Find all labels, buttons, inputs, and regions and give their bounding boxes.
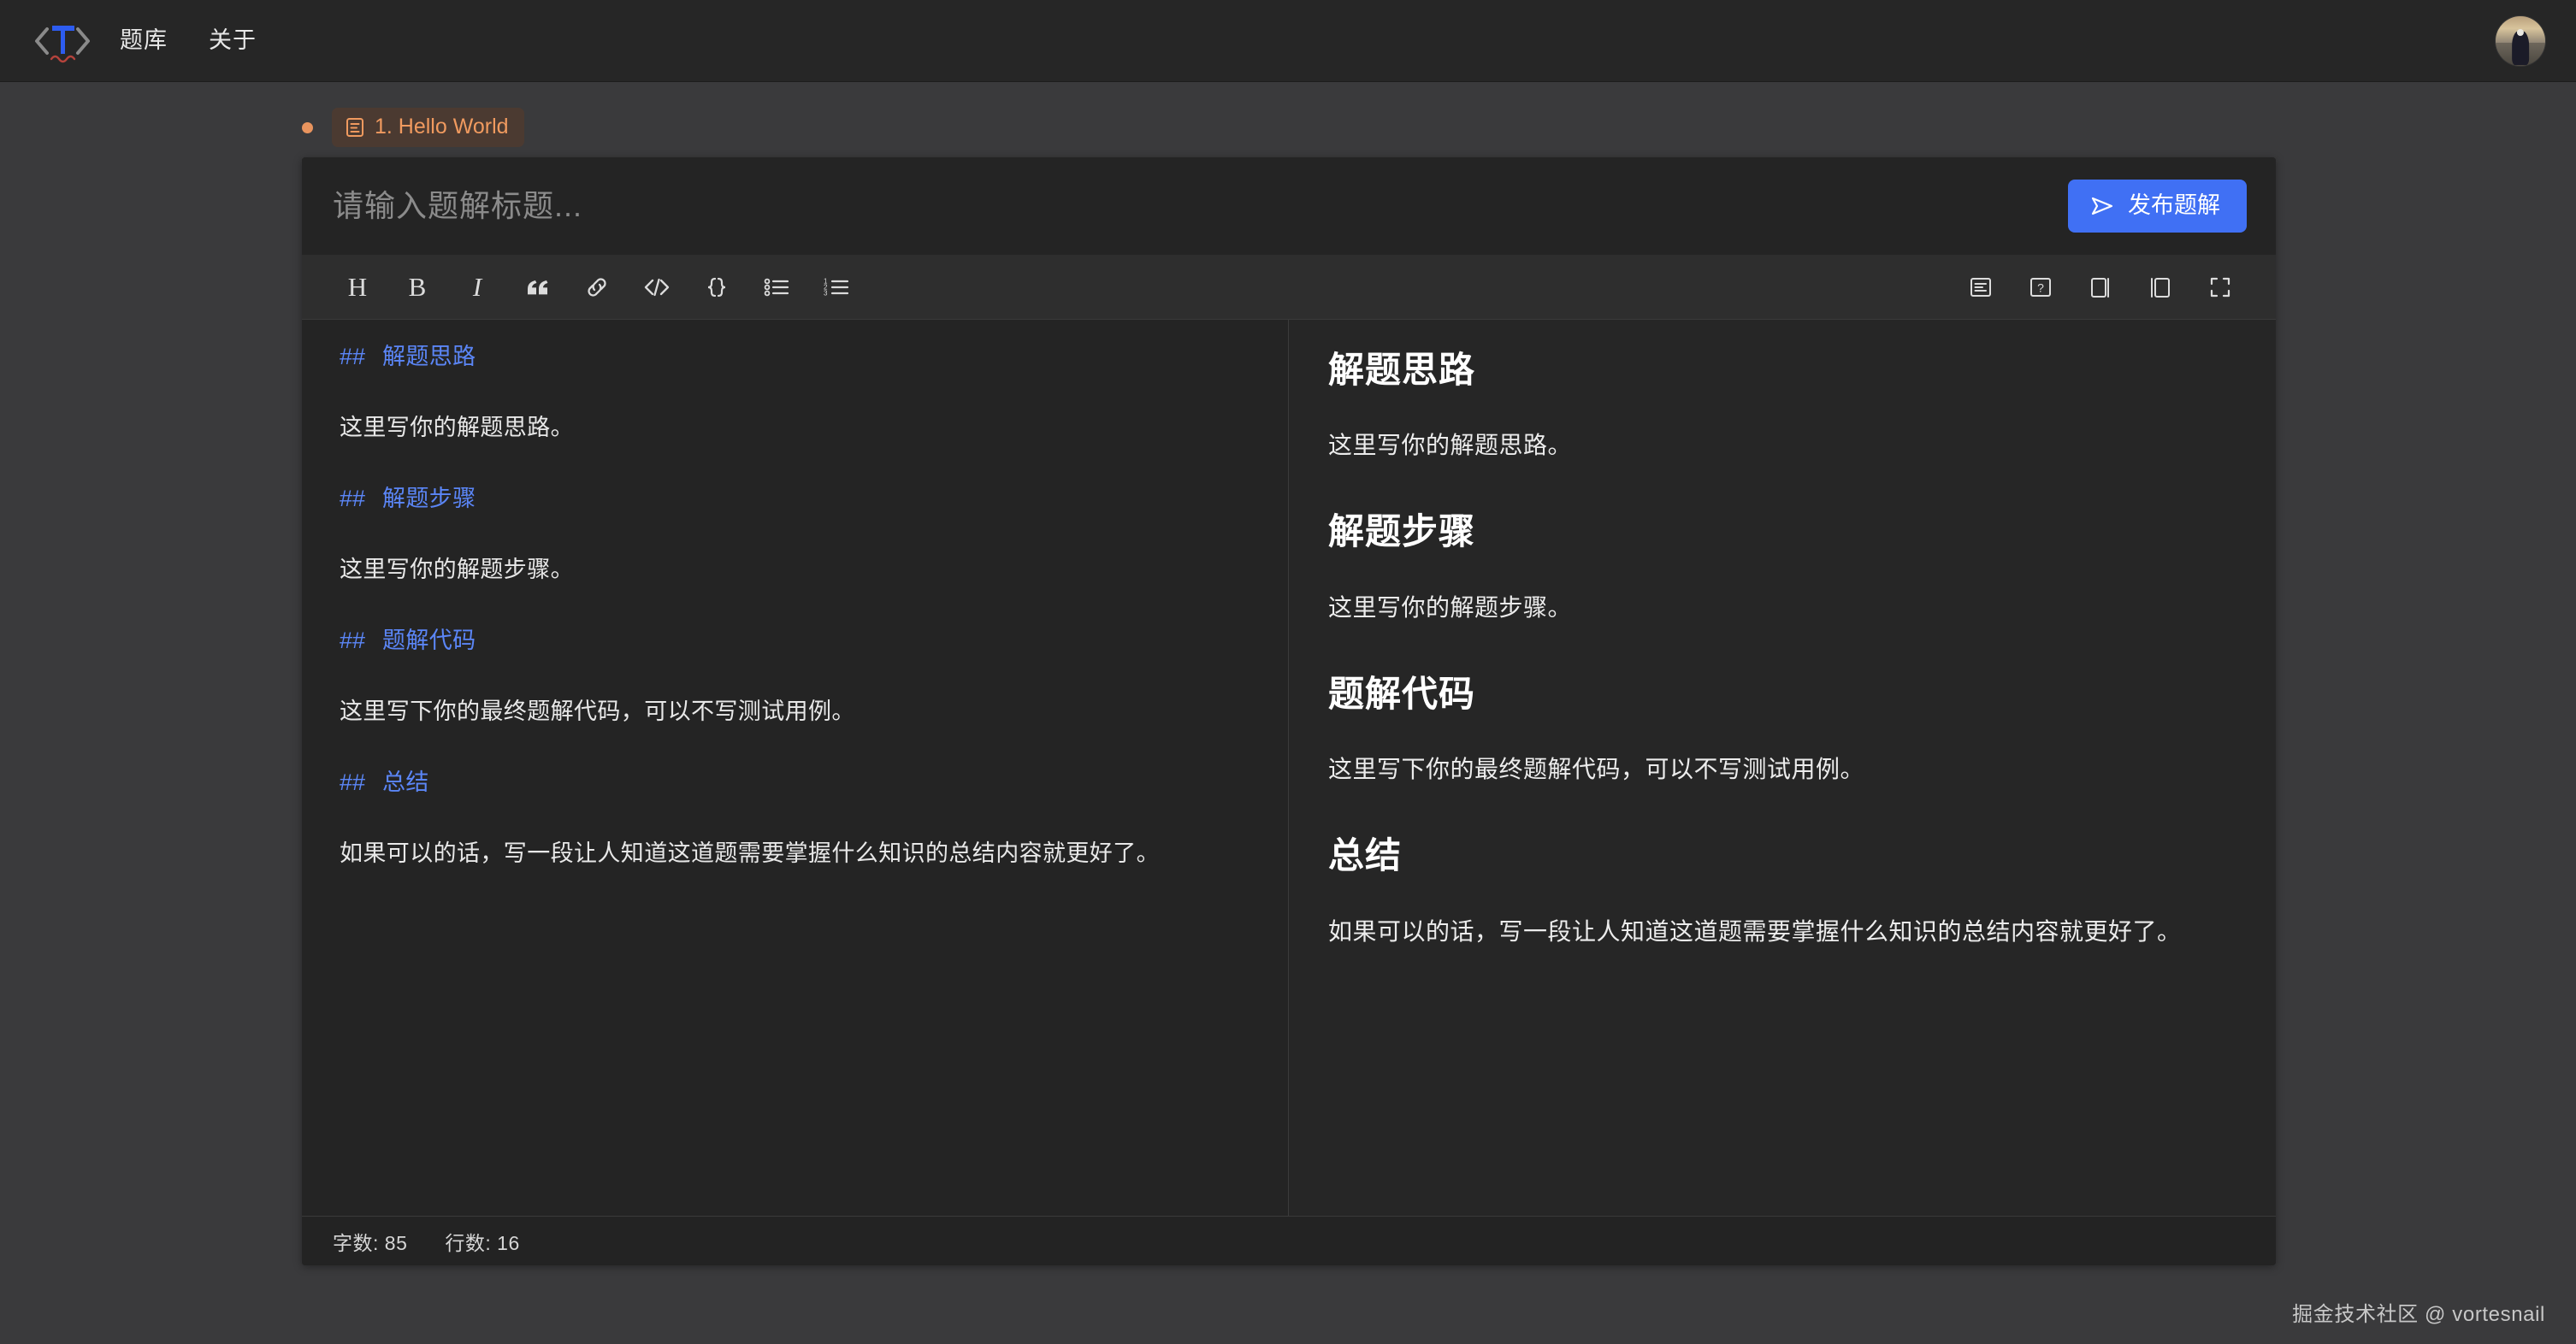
fullscreen-icon [2207,274,2233,300]
line-count-label: 行数: 16 [445,1227,519,1256]
code-tags-icon [642,275,671,299]
outline-icon [1968,274,1994,300]
publish-button[interactable]: 发布题解 [2068,180,2247,233]
curly-braces-icon [704,275,730,299]
bullet-list-button[interactable] [747,263,806,311]
source-paragraph-line: 这里写你的解题思路。 [340,416,1254,439]
top-navbar: 题库 关于 [0,0,2576,82]
quote-icon [524,276,550,298]
outline-button[interactable] [1951,263,2011,311]
source-hash: ## [340,486,365,511]
link-icon [583,274,611,300]
split-right-icon [2088,274,2113,300]
nav-link-problems[interactable]: 题库 [120,29,168,52]
source-hash: ## [340,769,365,795]
breadcrumb: 1. Hello World [0,82,2576,145]
svg-text:?: ? [2037,280,2044,294]
source-hash: ## [340,628,365,653]
preview-left-button[interactable] [2130,263,2190,311]
bullet-list-icon [763,276,790,298]
source-heading-text: 解题思路 [382,344,476,369]
markdown-source-pane[interactable]: ## 解题思路 这里写你的解题思路。 ## 解题步骤 这里写你的解题步骤。 ##… [302,320,1289,1216]
watermark: 掘金技术社区 @ vortesnail [2292,1297,2545,1327]
avatar[interactable] [2496,16,2545,66]
source-hash: ## [340,344,365,369]
source-heading-text: 解题步骤 [382,486,476,511]
breadcrumb-problem-chip[interactable]: 1. Hello World [332,108,524,147]
preview-heading: 解题思路 [1328,349,2231,392]
code-bracket-t-logo-icon [30,15,95,67]
link-button[interactable] [567,263,627,311]
preview-right-button[interactable] [2071,263,2130,311]
source-heading-line: ## 解题步骤 [340,487,1254,510]
source-heading-line: ## 总结 [340,771,1254,794]
source-heading-text: 总结 [382,769,429,795]
editor-title-row: 发布题解 [302,157,2276,255]
word-count-label: 字数: 85 [333,1227,407,1256]
quote-button[interactable] [507,263,567,311]
solution-title-input[interactable] [333,188,2068,224]
italic-button[interactable]: I [447,263,507,311]
toolbar-left-group: H B I [328,263,866,311]
nav-link-about[interactable]: 关于 [209,29,257,52]
source-heading-line: ## 解题思路 [340,345,1254,368]
help-button[interactable]: ? [2011,263,2071,311]
preview-heading: 总结 [1328,834,2231,877]
editor-toolbar: H B I [302,255,2276,320]
svg-text:3: 3 [824,289,828,297]
editor-statusbar: 字数: 85 行数: 16 [302,1216,2276,1265]
breadcrumb-label: 1. Hello World [375,116,509,138]
question-mark-icon: ? [2028,274,2053,300]
nav-links: 题库 关于 [120,29,257,52]
toolbar-right-group: ? [1951,263,2250,311]
editor-split: ## 解题思路 这里写你的解题思路。 ## 解题步骤 这里写你的解题步骤。 ##… [302,320,2276,1216]
heading-icon: H [348,274,367,300]
preview-paragraph: 如果可以的话，写一段让人知道这道题需要掌握什么知识的总结内容就更好了。 [1328,911,2231,952]
split-left-icon [2148,274,2173,300]
send-icon [2090,195,2114,217]
inline-code-button[interactable] [627,263,687,311]
document-icon [346,117,364,138]
preview-heading: 题解代码 [1328,673,2231,716]
code-block-button[interactable] [687,263,747,311]
app-logo[interactable] [29,15,96,68]
heading-button[interactable]: H [328,263,387,311]
source-paragraph-line: 这里写你的解题步骤。 [340,558,1254,581]
status-dot-icon [302,122,313,133]
preview-paragraph: 这里写你的解题思路。 [1328,424,2231,466]
source-paragraph-line: 如果可以的话，写一段让人知道这道题需要掌握什么知识的总结内容就更好了。 [340,842,1254,865]
bold-button[interactable]: B [387,263,447,311]
source-heading-line: ## 题解代码 [340,629,1254,652]
source-paragraph-line: 这里写下你的最终题解代码，可以不写测试用例。 [340,700,1254,723]
source-heading-text: 题解代码 [382,628,476,653]
ordered-list-icon: 1 2 3 [823,276,850,298]
publish-button-label: 发布题解 [2128,194,2220,217]
fullscreen-button[interactable] [2190,263,2250,311]
ordered-list-button[interactable]: 1 2 3 [806,263,866,311]
editor-card: 发布题解 H B I [302,157,2276,1265]
preview-paragraph: 这里写下你的最终题解代码，可以不写测试用例。 [1328,748,2231,790]
app-root: 题库 关于 1. Hello World [0,0,2576,1344]
preview-paragraph: 这里写你的解题步骤。 [1328,587,2231,628]
preview-heading: 解题步骤 [1328,510,2231,553]
markdown-preview-pane: 解题思路 这里写你的解题思路。 解题步骤 这里写你的解题步骤。 题解代码 这里写… [1289,320,2276,1216]
avatar-person [2512,31,2529,66]
bold-icon: B [409,274,427,300]
italic-icon: I [473,274,482,300]
